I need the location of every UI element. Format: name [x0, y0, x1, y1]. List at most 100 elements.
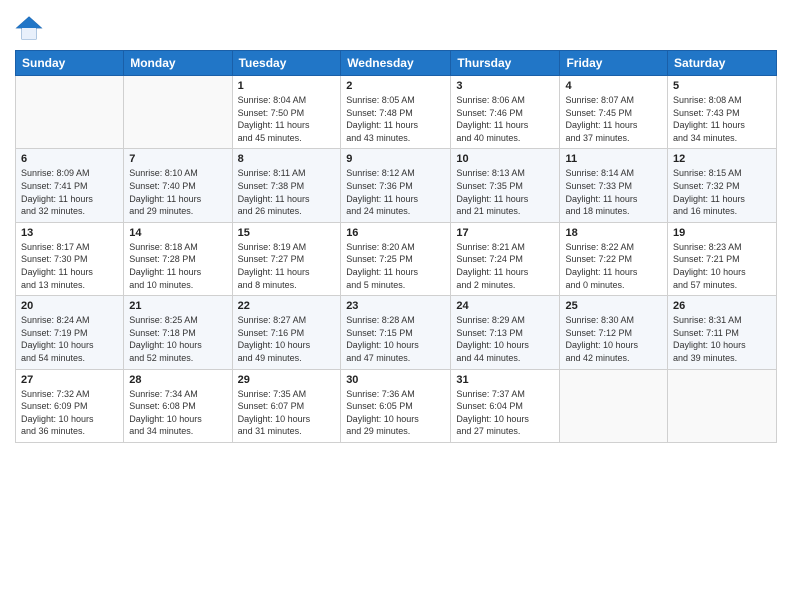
day-info: Sunrise: 8:29 AM Sunset: 7:13 PM Dayligh…: [456, 314, 554, 364]
weekday-header: Friday: [560, 51, 668, 76]
calendar-cell: 21 Sunrise: 8:25 AM Sunset: 7:18 PM Dayli…: [124, 296, 232, 369]
calendar-cell: [124, 76, 232, 149]
calendar-cell: 10 Sunrise: 8:13 AM Sunset: 7:35 PM Dayli…: [451, 149, 560, 222]
calendar-table: SundayMondayTuesdayWednesdayThursdayFrid…: [15, 50, 777, 443]
header: [15, 10, 777, 42]
calendar-cell: 13 Sunrise: 8:17 AM Sunset: 7:30 PM Dayli…: [16, 222, 124, 295]
weekday-header: Sunday: [16, 51, 124, 76]
calendar-cell: 29 Sunrise: 7:35 AM Sunset: 6:07 PM Dayli…: [232, 369, 341, 442]
calendar-cell: 18 Sunrise: 8:22 AM Sunset: 7:22 PM Dayli…: [560, 222, 668, 295]
calendar-cell: 3Sunrise: 8:06 AM Sunset: 7:46 PM Daylig…: [451, 76, 560, 149]
day-info: Sunrise: 8:05 AM Sunset: 7:48 PM Dayligh…: [346, 94, 445, 144]
day-info: Sunrise: 8:12 AM Sunset: 7:36 PM Dayligh…: [346, 167, 445, 217]
day-number: 23: [346, 300, 445, 312]
calendar-cell: 14Sunrise: 8:18 AM Sunset: 7:28 PM Dayli…: [124, 222, 232, 295]
day-info: Sunrise: 7:32 AM Sunset: 6:09 PM Dayligh…: [21, 388, 118, 438]
weekday-header: Wednesday: [341, 51, 451, 76]
calendar-cell: 20 Sunrise: 8:24 AM Sunset: 7:19 PM Dayli…: [16, 296, 124, 369]
calendar-cell: 1 Sunrise: 8:04 AM Sunset: 7:50 PM Daylig…: [232, 76, 341, 149]
day-info: Sunrise: 8:10 AM Sunset: 7:40 PM Dayligh…: [129, 167, 226, 217]
calendar-week-row: 27Sunrise: 7:32 AM Sunset: 6:09 PM Dayli…: [16, 369, 777, 442]
day-info: Sunrise: 8:13 AM Sunset: 7:35 PM Dayligh…: [456, 167, 554, 217]
day-number: 11: [565, 153, 662, 165]
logo-icon: [15, 14, 43, 42]
day-info: Sunrise: 8:19 AM Sunset: 7:27 PM Dayligh…: [238, 241, 336, 291]
day-number: 26: [673, 300, 771, 312]
calendar-cell: 25 Sunrise: 8:30 AM Sunset: 7:12 PM Dayli…: [560, 296, 668, 369]
day-info: Sunrise: 8:28 AM Sunset: 7:15 PM Dayligh…: [346, 314, 445, 364]
weekday-header: Saturday: [668, 51, 777, 76]
day-number: 15: [238, 227, 336, 239]
calendar-cell: 17Sunrise: 8:21 AM Sunset: 7:24 PM Dayli…: [451, 222, 560, 295]
calendar-week-row: 20 Sunrise: 8:24 AM Sunset: 7:19 PM Dayli…: [16, 296, 777, 369]
day-number: 24: [456, 300, 554, 312]
day-info: Sunrise: 8:15 AM Sunset: 7:32 PM Dayligh…: [673, 167, 771, 217]
calendar-cell: 26Sunrise: 8:31 AM Sunset: 7:11 PM Dayli…: [668, 296, 777, 369]
calendar-cell: [668, 369, 777, 442]
day-number: 1: [238, 80, 336, 92]
calendar-week-row: 1 Sunrise: 8:04 AM Sunset: 7:50 PM Daylig…: [16, 76, 777, 149]
weekday-header: Tuesday: [232, 51, 341, 76]
day-number: 21: [129, 300, 226, 312]
weekday-header: Thursday: [451, 51, 560, 76]
day-info: Sunrise: 8:04 AM Sunset: 7:50 PM Dayligh…: [238, 94, 336, 144]
calendar-cell: [16, 76, 124, 149]
day-info: Sunrise: 8:08 AM Sunset: 7:43 PM Dayligh…: [673, 94, 771, 144]
day-info: Sunrise: 8:09 AM Sunset: 7:41 PM Dayligh…: [21, 167, 118, 217]
day-number: 20: [21, 300, 118, 312]
day-info: Sunrise: 8:30 AM Sunset: 7:12 PM Dayligh…: [565, 314, 662, 364]
calendar-cell: 30Sunrise: 7:36 AM Sunset: 6:05 PM Dayli…: [341, 369, 451, 442]
day-number: 6: [21, 153, 118, 165]
day-info: Sunrise: 8:11 AM Sunset: 7:38 PM Dayligh…: [238, 167, 336, 217]
day-number: 10: [456, 153, 554, 165]
calendar-week-row: 13 Sunrise: 8:17 AM Sunset: 7:30 PM Dayli…: [16, 222, 777, 295]
day-info: Sunrise: 7:37 AM Sunset: 6:04 PM Dayligh…: [456, 388, 554, 438]
calendar-cell: 28Sunrise: 7:34 AM Sunset: 6:08 PM Dayli…: [124, 369, 232, 442]
day-info: Sunrise: 8:25 AM Sunset: 7:18 PM Dayligh…: [129, 314, 226, 364]
day-info: Sunrise: 8:24 AM Sunset: 7:19 PM Dayligh…: [21, 314, 118, 364]
day-info: Sunrise: 7:34 AM Sunset: 6:08 PM Dayligh…: [129, 388, 226, 438]
calendar-cell: 31 Sunrise: 7:37 AM Sunset: 6:04 PM Dayli…: [451, 369, 560, 442]
day-info: Sunrise: 8:21 AM Sunset: 7:24 PM Dayligh…: [456, 241, 554, 291]
calendar-cell: 23 Sunrise: 8:28 AM Sunset: 7:15 PM Dayli…: [341, 296, 451, 369]
calendar-cell: 24 Sunrise: 8:29 AM Sunset: 7:13 PM Dayli…: [451, 296, 560, 369]
day-number: 8: [238, 153, 336, 165]
day-number: 4: [565, 80, 662, 92]
day-info: Sunrise: 8:06 AM Sunset: 7:46 PM Dayligh…: [456, 94, 554, 144]
calendar-cell: 12Sunrise: 8:15 AM Sunset: 7:32 PM Dayli…: [668, 149, 777, 222]
day-info: Sunrise: 7:35 AM Sunset: 6:07 PM Dayligh…: [238, 388, 336, 438]
day-number: 31: [456, 374, 554, 386]
calendar-cell: 11 Sunrise: 8:14 AM Sunset: 7:33 PM Dayli…: [560, 149, 668, 222]
day-info: Sunrise: 8:07 AM Sunset: 7:45 PM Dayligh…: [565, 94, 662, 144]
day-info: Sunrise: 8:20 AM Sunset: 7:25 PM Dayligh…: [346, 241, 445, 291]
calendar-cell: 8 Sunrise: 8:11 AM Sunset: 7:38 PM Daylig…: [232, 149, 341, 222]
calendar-header-row: SundayMondayTuesdayWednesdayThursdayFrid…: [16, 51, 777, 76]
day-number: 18: [565, 227, 662, 239]
day-number: 9: [346, 153, 445, 165]
day-number: 22: [238, 300, 336, 312]
calendar-cell: 6 Sunrise: 8:09 AM Sunset: 7:41 PM Daylig…: [16, 149, 124, 222]
day-number: 2: [346, 80, 445, 92]
day-info: Sunrise: 8:22 AM Sunset: 7:22 PM Dayligh…: [565, 241, 662, 291]
day-number: 7: [129, 153, 226, 165]
day-info: Sunrise: 8:23 AM Sunset: 7:21 PM Dayligh…: [673, 241, 771, 291]
calendar-cell: 19 Sunrise: 8:23 AM Sunset: 7:21 PM Dayli…: [668, 222, 777, 295]
day-number: 30: [346, 374, 445, 386]
weekday-header: Monday: [124, 51, 232, 76]
day-number: 16: [346, 227, 445, 239]
day-info: Sunrise: 8:14 AM Sunset: 7:33 PM Dayligh…: [565, 167, 662, 217]
day-number: 29: [238, 374, 336, 386]
day-number: 19: [673, 227, 771, 239]
calendar-cell: 5Sunrise: 8:08 AM Sunset: 7:43 PM Daylig…: [668, 76, 777, 149]
day-info: Sunrise: 8:17 AM Sunset: 7:30 PM Dayligh…: [21, 241, 118, 291]
calendar-cell: 9 Sunrise: 8:12 AM Sunset: 7:36 PM Daylig…: [341, 149, 451, 222]
page: SundayMondayTuesdayWednesdayThursdayFrid…: [0, 0, 792, 453]
calendar-cell: [560, 369, 668, 442]
calendar-cell: 2 Sunrise: 8:05 AM Sunset: 7:48 PM Daylig…: [341, 76, 451, 149]
day-number: 13: [21, 227, 118, 239]
calendar-cell: 27Sunrise: 7:32 AM Sunset: 6:09 PM Dayli…: [16, 369, 124, 442]
calendar-cell: 15 Sunrise: 8:19 AM Sunset: 7:27 PM Dayli…: [232, 222, 341, 295]
day-number: 25: [565, 300, 662, 312]
calendar-cell: 22Sunrise: 8:27 AM Sunset: 7:16 PM Dayli…: [232, 296, 341, 369]
calendar-cell: 4 Sunrise: 8:07 AM Sunset: 7:45 PM Daylig…: [560, 76, 668, 149]
